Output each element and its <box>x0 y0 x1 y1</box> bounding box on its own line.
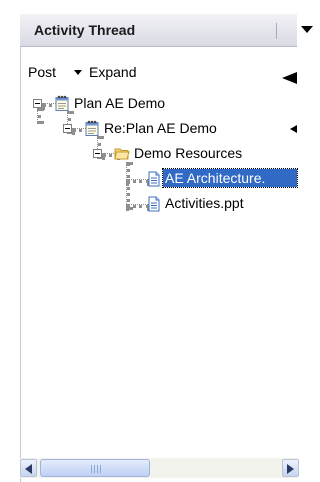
scroll-left-button[interactable] <box>20 459 37 477</box>
expand-button[interactable]: Expand <box>89 64 136 80</box>
tree-connector <box>126 162 130 210</box>
tree-node-activities-ppt[interactable]: Activities.ppt <box>163 194 246 212</box>
callout-arrow-icon <box>290 125 297 133</box>
tree-node-ae-architecture[interactable]: AE Architecture. <box>162 168 298 188</box>
activity-thread-panel <box>20 47 297 482</box>
post-menu-button[interactable]: Post <box>28 64 56 80</box>
folder-open-icon <box>114 148 130 160</box>
post-label: Post <box>28 64 57 80</box>
arrow-left-icon <box>25 464 32 474</box>
arrow-right-icon <box>287 464 294 474</box>
horizontal-scrollbar[interactable] <box>20 458 299 478</box>
panel-title: Activity Thread <box>34 22 136 38</box>
panel-header: Activity Thread <box>20 14 313 47</box>
tree-node-re-plan-ae-demo[interactable]: Re:Plan AE Demo <box>102 119 219 137</box>
document-icon <box>148 196 160 212</box>
scrollbar-thumb[interactable] <box>40 459 150 477</box>
header-separator <box>276 23 277 39</box>
scroll-right-button[interactable] <box>282 459 299 477</box>
callout-arrow-icon <box>282 72 297 84</box>
thumb-grip-icon <box>91 465 101 473</box>
tree-connector <box>37 108 41 124</box>
collapse-toggle-icon[interactable] <box>33 99 42 108</box>
notepad-icon <box>55 95 69 111</box>
collapse-toggle-icon[interactable] <box>93 149 102 158</box>
tree-node-plan-ae-demo[interactable]: Plan AE Demo <box>72 94 167 112</box>
collapse-toggle-icon[interactable] <box>63 124 72 133</box>
post-dropdown-icon[interactable] <box>74 70 82 75</box>
view-menu-icon[interactable] <box>301 26 313 33</box>
notepad-icon <box>85 120 99 136</box>
document-icon <box>148 171 160 187</box>
tree-node-demo-resources[interactable]: Demo Resources <box>132 144 244 162</box>
